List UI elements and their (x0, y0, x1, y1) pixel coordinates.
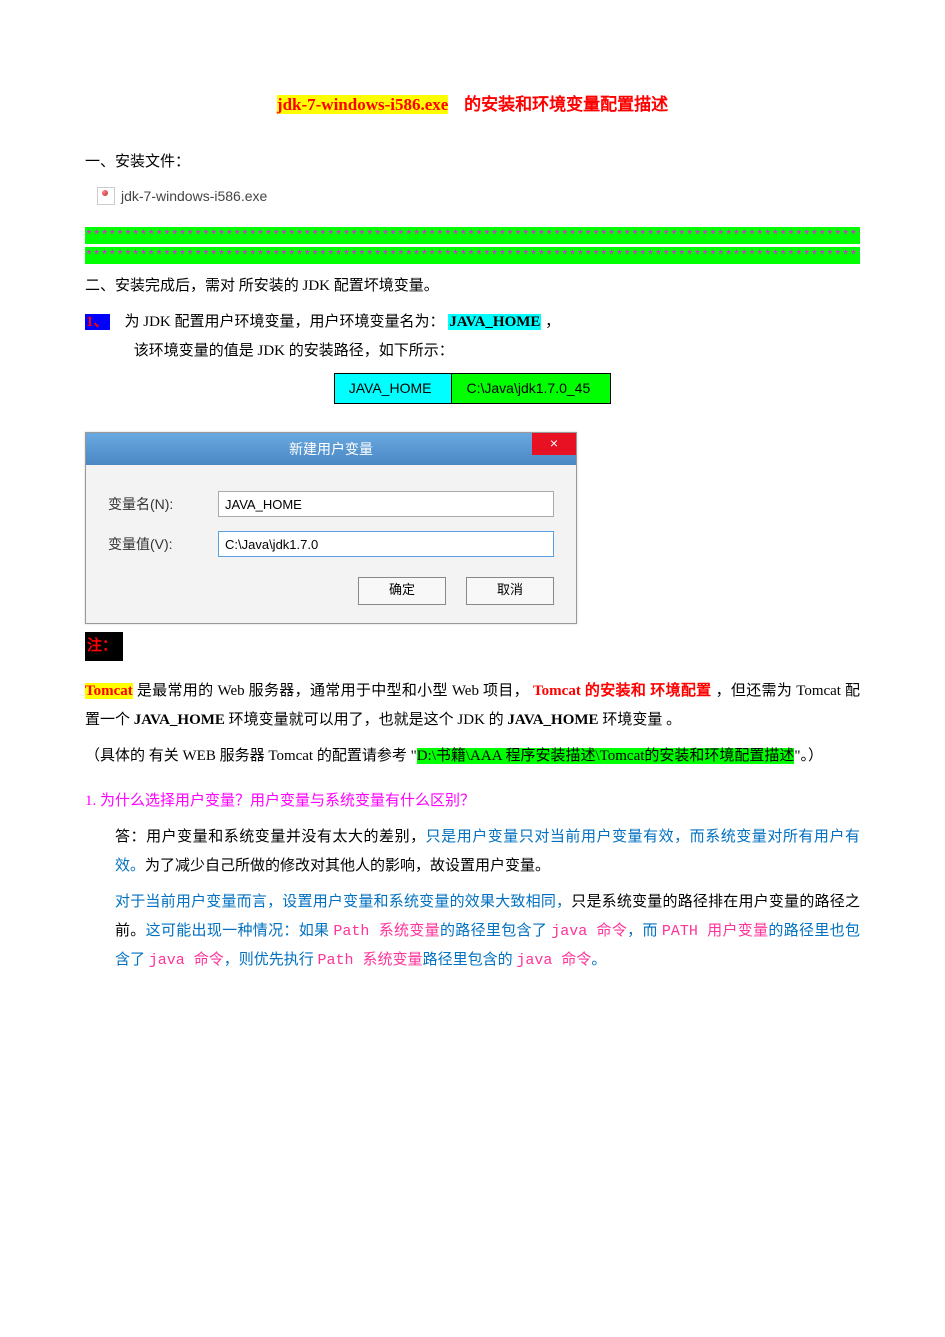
qa-question: 1. 为什么选择用户变量？用户变量与系统变量有什么区别？ (85, 787, 860, 816)
section-1-heading: 一、安装文件： (85, 149, 860, 176)
dialog-button-row: 确定 取消 (108, 571, 554, 605)
document-page: jdk-7-windows-i586.exe 的安装和环境变量配置描述 一、安装… (0, 0, 945, 1337)
step-1-text-b: ， (545, 314, 560, 330)
variable-value-label: 变量值(V): (108, 532, 218, 557)
section-2-heading: 二、安装完成后，需对 所安装的 JDK 配置坏境变量。 (85, 272, 860, 301)
dialog-titlebar[interactable]: 新建用户变量 × (86, 433, 576, 465)
tomcat-install-text: Tomcat 的安装和 环境配置 (533, 683, 711, 699)
qa-answer-1: 答：用户变量和系统变量并没有太大的差别，只是用户变量只对当前用户变量有效，而系统… (85, 823, 860, 880)
note-label: 注： (85, 632, 123, 661)
qa-answer-2: 对于当前用户变量而言，设置用户变量和系统变量的效果大致相同，只是系统变量的路径排… (85, 888, 860, 976)
close-icon[interactable]: × (532, 433, 576, 455)
env-key-cell: JAVA_HOME (334, 374, 452, 404)
new-user-variable-dialog: 新建用户变量 × 变量名(N): JAVA_HOME 变量值(V): C:\Ja… (85, 432, 577, 624)
step-1-text-a: 为 JDK 配置用户环境变量，用户环境变量名为： (125, 314, 449, 330)
note-paragraph-1: Tomcat 是最常用的 Web 服务器，通常用于中型和小型 Web 项目， T… (85, 677, 860, 734)
java-home-label: JAVA_HOME (448, 314, 541, 330)
java-home-bold-2: JAVA_HOME (507, 712, 598, 728)
step-1: 1、 为 JDK 配置用户环境变量，用户环境变量名为： JAVA_HOME ， … (85, 308, 860, 365)
dialog-title: 新建用户变量 (289, 437, 373, 462)
divider-stripe-1: ****************************************… (85, 227, 860, 244)
step-1-line2: 该环境变量的值是 JDK 的安装路径，如下所示： (134, 343, 454, 359)
title-highlight: jdk-7-windows-i586.exe (277, 95, 448, 114)
ok-button[interactable]: 确定 (358, 577, 446, 605)
dialog-row-value: 变量值(V): C:\Java\jdk1.7.0 (108, 531, 554, 557)
installer-file-name: jdk-7-windows-i586.exe (121, 184, 267, 209)
java-icon (97, 187, 115, 205)
dialog-body: 变量名(N): JAVA_HOME 变量值(V): C:\Java\jdk1.7… (86, 465, 576, 623)
document-title: jdk-7-windows-i586.exe 的安装和环境变量配置描述 (85, 90, 860, 121)
variable-value-input[interactable]: C:\Java\jdk1.7.0 (218, 531, 554, 557)
reference-path: D:\书籍\AAA 程序安装描述\Tomcat的安装和环境配置描述 (417, 748, 795, 764)
title-rest: 的安装和环境变量配置描述 (464, 95, 668, 114)
installer-file-row: jdk-7-windows-i586.exe (85, 184, 860, 209)
variable-name-label: 变量名(N): (108, 492, 218, 517)
env-value-cell: C:\Java\jdk1.7.0_45 (452, 374, 611, 404)
tomcat-label: Tomcat (85, 683, 133, 699)
step-number-badge: 1、 (85, 314, 110, 330)
dialog-row-name: 变量名(N): JAVA_HOME (108, 491, 554, 517)
java-home-bold-1: JAVA_HOME (134, 712, 225, 728)
divider-stripe-2: ****************************************… (85, 247, 860, 264)
table-row: JAVA_HOME C:\Java\jdk1.7.0_45 (334, 374, 610, 404)
cancel-button[interactable]: 取消 (466, 577, 554, 605)
variable-name-input[interactable]: JAVA_HOME (218, 491, 554, 517)
env-var-table: JAVA_HOME C:\Java\jdk1.7.0_45 (334, 373, 611, 404)
note-paragraph-2: （具体的 有关 WEB 服务器 Tomcat 的配置请参考 "D:\书籍\AAA… (85, 742, 860, 771)
